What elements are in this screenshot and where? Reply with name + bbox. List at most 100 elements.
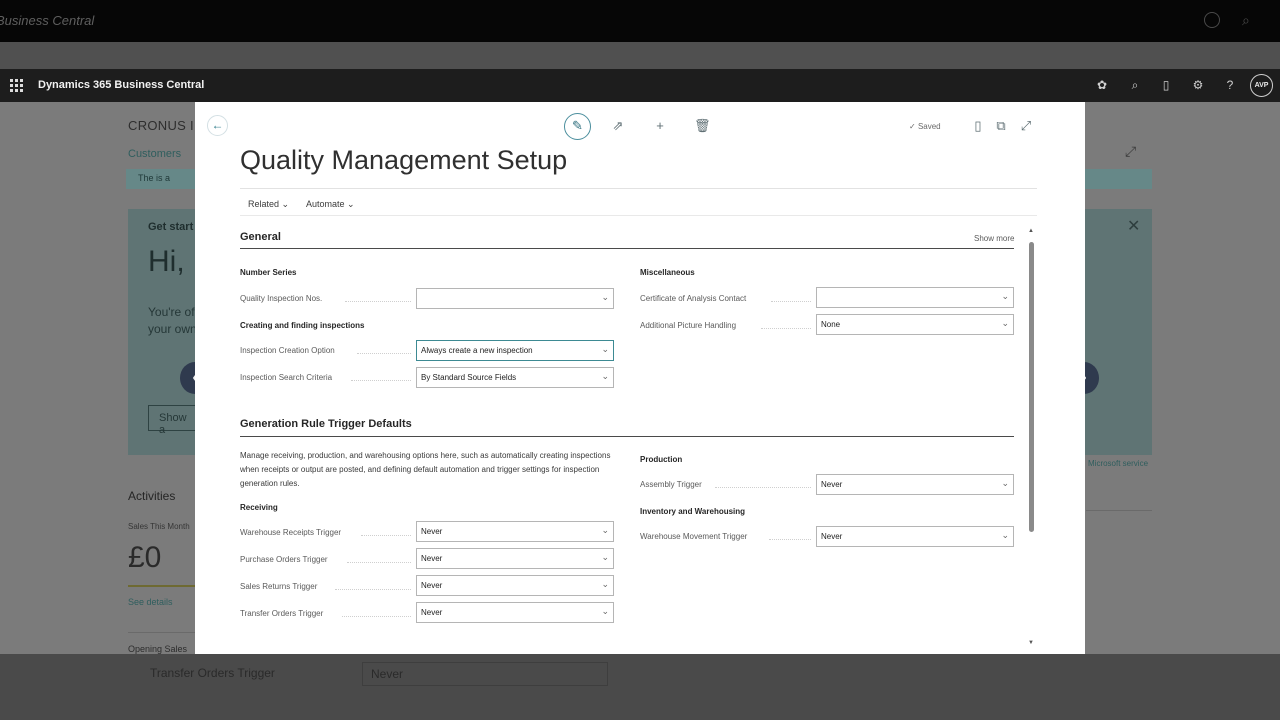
picture-handling-value: None (821, 320, 841, 329)
scroll-up-arrow-icon[interactable]: ▲ (1028, 228, 1034, 234)
show-more-link[interactable]: Show more (974, 234, 1014, 243)
sales-this-month-label: Sales This Month (128, 522, 190, 531)
number-series-group: Number Series (240, 268, 297, 277)
action-related[interactable]: Related ⌄ (248, 199, 289, 210)
field-leader (335, 589, 411, 590)
outer-transfer-orders-label: Transfer Orders Trigger (150, 666, 275, 680)
app-title[interactable]: Dynamics 365 Business Central (38, 79, 204, 91)
app-bar: Dynamics 365 Business Central ✿ ⌕ ▯ ⚙ ? (0, 69, 1280, 102)
microsoft-service-link[interactable]: Microsoft service (1088, 459, 1148, 468)
chevron-down-icon: ⌄ (601, 552, 609, 562)
chevron-down-icon: ⌄ (601, 525, 609, 535)
notification-text: The is a (138, 173, 171, 183)
miscellaneous-group: Miscellaneous (640, 268, 695, 277)
notifications-icon[interactable]: ▯ (1159, 78, 1173, 92)
sales-tile-bar (128, 585, 196, 587)
sales-returns-trigger-field[interactable]: Never ⌄ (416, 575, 614, 596)
divider (1086, 510, 1152, 511)
settings-gear-icon[interactable]: ⚙ (1191, 78, 1205, 92)
coa-contact-field[interactable]: ⌄ (816, 287, 1014, 308)
opening-sales-label: Opening Sales (128, 644, 188, 654)
user-avatar[interactable]: AVP (1250, 74, 1273, 97)
warehouse-receipts-trigger-value: Never (421, 527, 443, 536)
assembly-trigger-field[interactable]: Never ⌄ (816, 474, 1014, 495)
header-divider (240, 188, 1037, 189)
general-section-title[interactable]: General (240, 231, 281, 243)
chevron-down-icon: ⌄ (601, 344, 609, 354)
warehouse-movement-trigger-field[interactable]: Never ⌄ (816, 526, 1014, 547)
outer-search-icon[interactable]: ⌕ (1242, 12, 1258, 28)
chevron-down-icon: ⌄ (601, 371, 609, 381)
action-bar-divider (240, 215, 1037, 216)
chevron-down-icon: ⌄ (1001, 478, 1009, 488)
outer-bottom-area (0, 654, 1280, 720)
sales-returns-trigger-label: Sales Returns Trigger (240, 582, 318, 591)
production-group: Production (640, 455, 683, 464)
edit-pencil-icon[interactable]: ✎ (564, 113, 591, 140)
search-icon[interactable]: ⌕ (1128, 78, 1142, 92)
saved-status: ✓ Saved (909, 122, 941, 131)
help-icon[interactable]: ? (1223, 78, 1237, 92)
generation-section-rule (240, 436, 1014, 437)
field-leader (769, 539, 811, 540)
sales-this-month-value[interactable]: £0 (128, 541, 161, 575)
action-related-label: Related (248, 199, 280, 209)
company-name: CRONUS IN (128, 118, 204, 133)
warehouse-receipts-trigger-field[interactable]: Never ⌄ (416, 521, 614, 542)
generation-description: Manage receiving, production, and wareho… (240, 451, 611, 488)
quality-inspection-nos-field[interactable]: ⌄ (416, 288, 614, 309)
customers-link[interactable]: Customers (128, 148, 181, 160)
field-leader (347, 562, 411, 563)
scrollbar-thumb[interactable] (1029, 242, 1034, 532)
transfer-orders-trigger-label: Transfer Orders Trigger (240, 609, 324, 618)
share-icon[interactable]: ⇗ (611, 118, 625, 134)
generation-section-title[interactable]: Generation Rule Trigger Defaults (240, 418, 412, 430)
copilot-icon[interactable]: ✿ (1095, 78, 1109, 92)
bookmark-icon[interactable]: ▯ (971, 118, 985, 134)
purchase-orders-trigger-field[interactable]: Never ⌄ (416, 548, 614, 569)
field-leader (342, 616, 411, 617)
inspection-creation-option-field[interactable]: Always create a new inspection ⌄ (416, 340, 614, 361)
action-automate-label: Automate (306, 199, 345, 209)
new-plus-icon[interactable]: + (653, 118, 667, 134)
activities-heading[interactable]: Activities (128, 489, 175, 503)
page-title: Quality Management Setup (240, 145, 568, 175)
warehouse-receipts-trigger-label: Warehouse Receipts Trigger (240, 528, 342, 537)
chevron-down-icon: ⌄ (601, 579, 609, 589)
outer-help-icon[interactable] (1204, 12, 1220, 28)
inspection-creation-option-label: Inspection Creation Option (240, 346, 335, 355)
see-details-link[interactable]: See details (128, 597, 173, 607)
inspection-search-criteria-field[interactable]: By Standard Source Fields ⌄ (416, 367, 614, 388)
inventory-warehousing-group: Inventory and Warehousing (640, 507, 746, 516)
outer-app-title: Business Central (0, 13, 95, 28)
chevron-down-icon: ⌄ (1001, 530, 1009, 540)
sales-returns-trigger-value: Never (421, 581, 443, 590)
banner-show-button[interactable]: Show a (148, 405, 198, 436)
quality-management-setup-page: ← ✎ ⇗ + 🗑 ✓ Saved ▯ ⧉ ⤢ Quality Manageme… (195, 102, 1085, 654)
creating-finding-group: Creating and finding inspections (240, 321, 365, 330)
greeting-text: Hi, (148, 245, 185, 278)
receiving-group: Receiving (240, 503, 278, 512)
picture-handling-label: Additional Picture Handling (640, 321, 737, 330)
transfer-orders-trigger-field[interactable]: Never ⌄ (416, 602, 614, 623)
banner-line-1: You're of (148, 305, 195, 319)
outer-transfer-orders-field: Never (362, 662, 608, 686)
scroll-down-arrow-icon[interactable]: ▼ (1028, 640, 1034, 646)
action-automate[interactable]: Automate ⌄ (306, 199, 355, 210)
picture-handling-field[interactable]: None ⌄ (816, 314, 1014, 335)
chevron-down-icon: ⌄ (601, 606, 609, 616)
get-started-title: Get start (148, 221, 194, 233)
delete-trash-icon[interactable]: 🗑 (694, 118, 711, 134)
field-leader (761, 328, 811, 329)
open-new-window-icon[interactable]: ⧉ (994, 118, 1008, 134)
field-leader (361, 535, 411, 536)
expand-page-icon[interactable]: ⤢ (1019, 118, 1033, 134)
expand-icon[interactable]: ⤢ (1125, 143, 1136, 160)
inspection-creation-option-value: Always create a new inspection (421, 346, 533, 355)
outer-title-bar (0, 0, 1280, 42)
back-arrow-icon[interactable]: ← (207, 115, 228, 136)
app-launcher-icon[interactable] (10, 79, 23, 92)
banner-line-2: your own (148, 322, 197, 336)
banner-close-icon[interactable]: ✕ (1127, 216, 1140, 236)
assembly-trigger-label: Assembly Trigger (640, 480, 702, 489)
